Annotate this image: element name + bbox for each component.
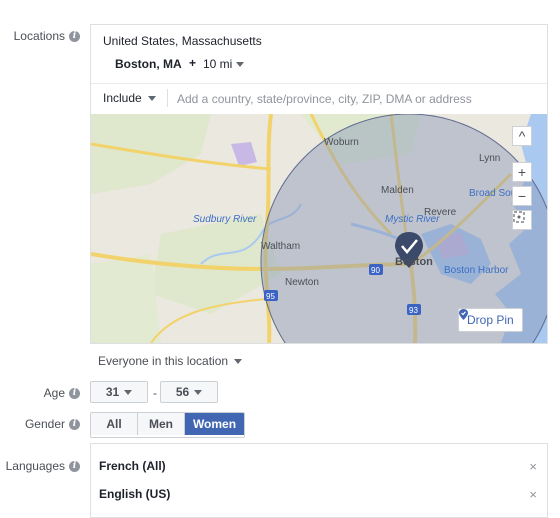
map-label-lynn: Lynn xyxy=(479,153,500,164)
locations-label-text: Locations xyxy=(13,29,65,43)
gender-men-button[interactable]: Men xyxy=(137,413,184,435)
gender-label: Gender i xyxy=(25,417,80,431)
language-token: English (US) xyxy=(99,487,171,501)
map-shield-93: 93 xyxy=(409,306,418,315)
languages-field[interactable]: French (All) × English (US) × xyxy=(90,443,548,518)
languages-label-text: Languages xyxy=(5,459,65,473)
map-label-malden: Malden xyxy=(381,185,414,196)
language-token: French (All) xyxy=(99,459,166,473)
plus-icon: + xyxy=(517,164,527,180)
plus-sign: + xyxy=(189,56,197,70)
radius-value: 10 mi xyxy=(203,57,233,71)
gender-women-button[interactable]: Women xyxy=(184,413,244,435)
location-map[interactable]: Woburn Lynn Malden Revere Broad Sound Su… xyxy=(91,114,547,343)
minus-icon: − xyxy=(517,188,527,204)
chevron-down-icon xyxy=(147,95,156,101)
divider xyxy=(91,83,547,84)
map-label-mystic-river: Mystic River xyxy=(385,214,440,225)
locations-label: Locations i xyxy=(14,29,80,43)
gender-label-text: Gender xyxy=(24,417,65,431)
location-search-input[interactable] xyxy=(175,87,539,111)
pin-icon xyxy=(459,309,468,320)
map-shield-90: 90 xyxy=(371,266,380,275)
info-icon[interactable]: i xyxy=(69,387,80,399)
map-label-boston-harbor: Boston Harbor xyxy=(444,265,509,276)
remove-icon[interactable]: × xyxy=(529,487,537,502)
chevron-up-icon: ^ xyxy=(518,128,526,144)
map-label-boston: Boston xyxy=(395,256,433,268)
include-dropdown[interactable]: Include xyxy=(103,91,156,105)
age-label: Age i xyxy=(44,386,80,400)
include-value: Include xyxy=(103,91,142,105)
locations-panel: United States, Massachusetts Boston, MA … xyxy=(90,24,548,344)
drop-pin-button[interactable]: Drop Pin xyxy=(458,308,523,332)
age-range-dash: - xyxy=(153,386,157,400)
crosshair-icon xyxy=(513,211,525,223)
map-label-sudbury-river: Sudbury River xyxy=(193,214,257,225)
map-label-woburn: Woburn xyxy=(324,137,359,148)
gender-all-button[interactable]: All xyxy=(91,413,137,435)
info-icon[interactable]: i xyxy=(69,460,80,472)
age-max-dropdown[interactable]: 56 xyxy=(160,381,218,403)
zoom-in-button[interactable]: + xyxy=(512,162,532,182)
info-icon[interactable]: i xyxy=(69,418,80,430)
map-shield-95-north: 95 xyxy=(266,292,275,301)
age-min-dropdown[interactable]: 31 xyxy=(90,381,148,403)
chevron-down-icon xyxy=(124,389,133,395)
location-type-dropdown[interactable]: Everyone in this location xyxy=(98,354,243,368)
location-type-value: Everyone in this location xyxy=(98,354,229,368)
map-label-newton: Newton xyxy=(285,277,319,288)
chevron-down-icon xyxy=(194,389,203,395)
map-collapse-button[interactable]: ^ xyxy=(512,126,532,146)
map-label-waltham: Waltham xyxy=(261,241,300,252)
info-icon[interactable]: i xyxy=(69,30,80,42)
age-max-value: 56 xyxy=(175,385,190,399)
chevron-down-icon xyxy=(236,61,245,67)
gender-toggle: All Men Women xyxy=(90,412,245,438)
languages-label: Languages i xyxy=(6,459,80,473)
drop-pin-label: Drop Pin xyxy=(467,313,514,327)
selected-city: Boston, MA xyxy=(115,57,182,71)
age-label-text: Age xyxy=(43,386,65,400)
chevron-down-icon xyxy=(234,358,243,364)
age-min-value: 31 xyxy=(105,385,120,399)
divider xyxy=(167,89,168,107)
zoom-out-button[interactable]: − xyxy=(512,186,532,206)
recenter-button[interactable] xyxy=(512,210,532,230)
remove-icon[interactable]: × xyxy=(529,459,537,474)
selected-region: United States, Massachusetts xyxy=(103,34,262,48)
radius-dropdown[interactable]: 10 mi xyxy=(203,57,245,71)
